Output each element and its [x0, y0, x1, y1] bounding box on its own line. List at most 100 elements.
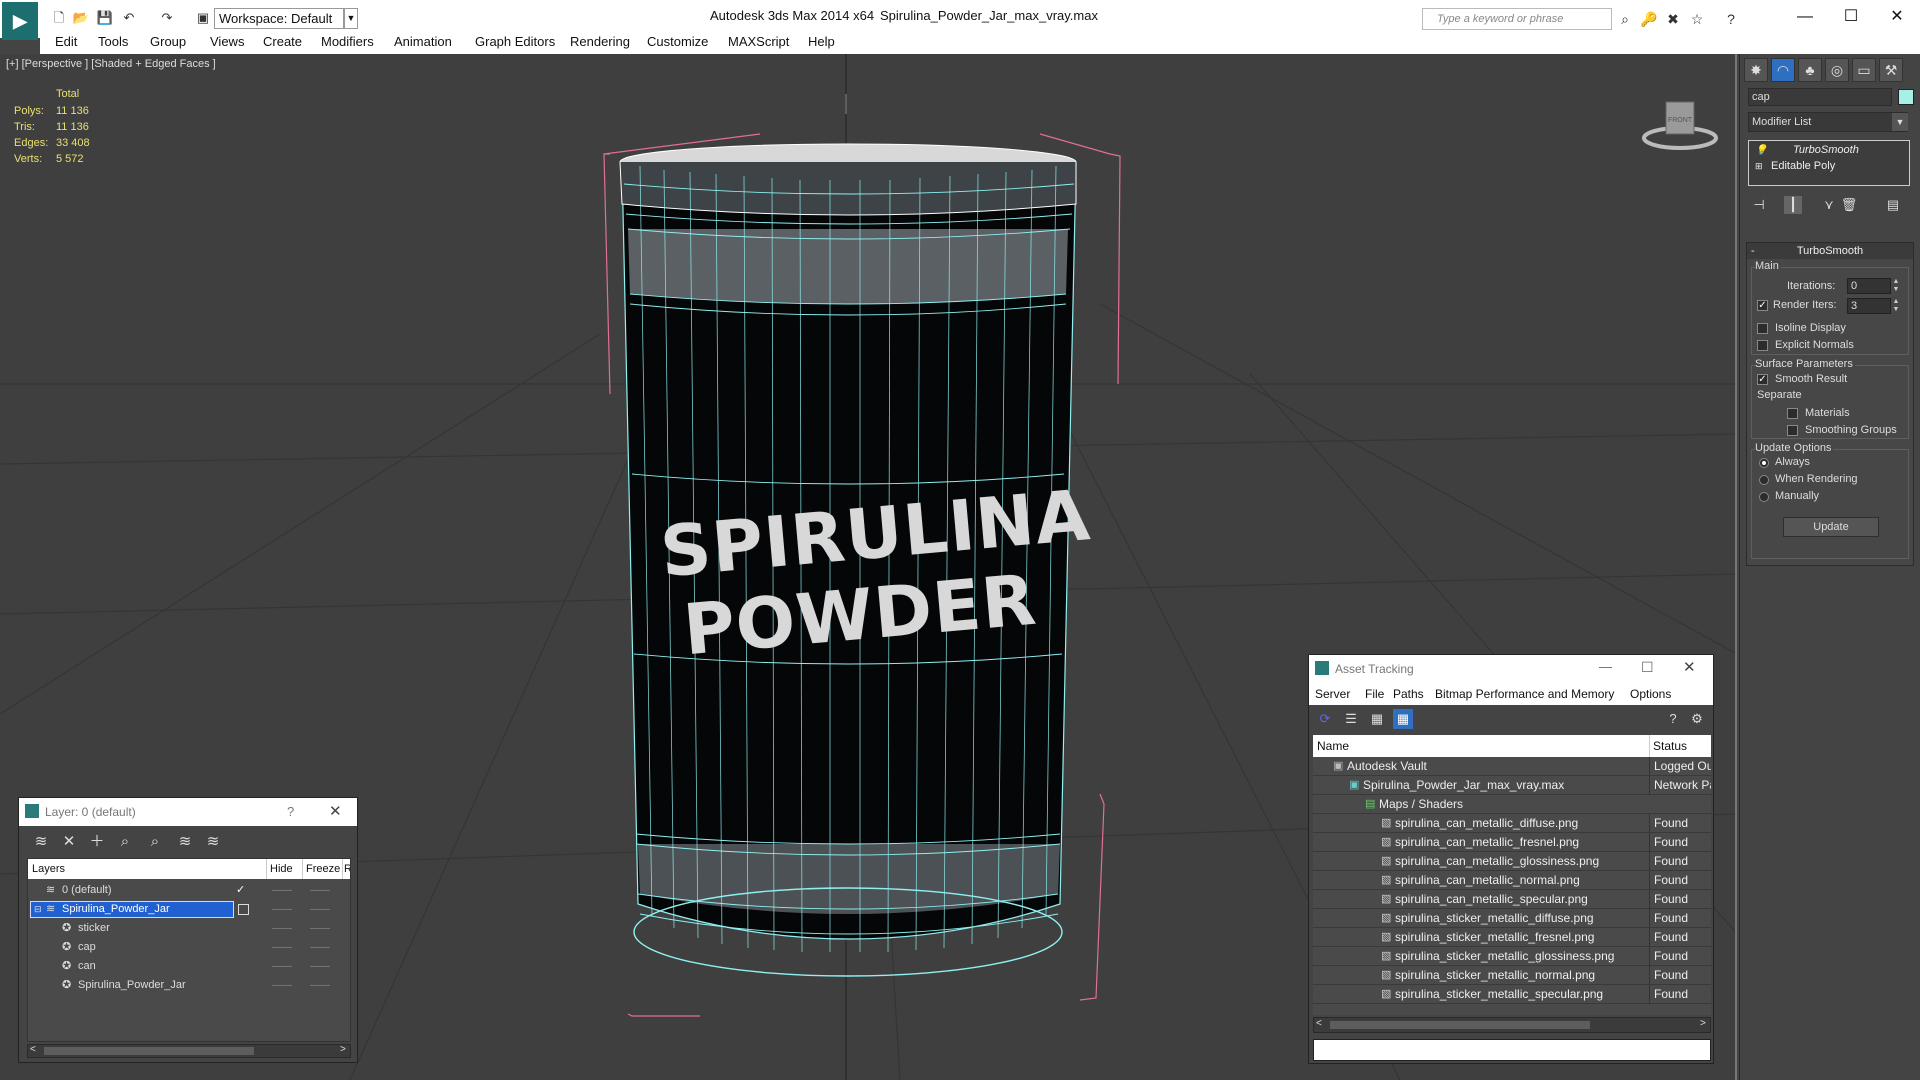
- make-unique-icon[interactable]: ⋎: [1820, 196, 1838, 214]
- asset-row[interactable]: ▣ Autodesk Vault Logged Out: [1313, 757, 1711, 776]
- render-iters-spinner[interactable]: 3: [1847, 298, 1891, 314]
- layer-row[interactable]: ✪ sticker —— ——: [28, 919, 350, 938]
- display-tab-icon[interactable]: ▭: [1852, 58, 1876, 82]
- favorites-star-icon[interactable]: ☆: [1688, 10, 1706, 28]
- show-end-result-icon[interactable]: ┃: [1784, 196, 1802, 214]
- scroll-left-icon[interactable]: <: [1316, 1018, 1322, 1029]
- asset-row[interactable]: ▤ Maps / Shaders: [1313, 795, 1711, 814]
- spinner-arrows-icon[interactable]: ▲ ▼: [1891, 278, 1901, 294]
- new-layer-icon[interactable]: ≋: [31, 832, 51, 852]
- asset-row[interactable]: ▧ spirulina_can_metallic_fresnel.png Found: [1313, 833, 1711, 852]
- col-status[interactable]: Status: [1653, 739, 1687, 753]
- collapse-icon[interactable]: -: [1751, 243, 1755, 259]
- workspace-arrow-icon[interactable]: ▼: [344, 8, 358, 29]
- redo-icon[interactable]: ↷: [158, 9, 176, 27]
- pin-stack-icon[interactable]: ⊣: [1750, 196, 1768, 214]
- menu-customize[interactable]: Customize: [647, 34, 708, 49]
- help-icon[interactable]: ?: [1663, 709, 1683, 729]
- hide-toggle[interactable]: ——: [272, 976, 292, 995]
- maximize-button[interactable]: ☐: [1836, 5, 1866, 29]
- freeze-toggle[interactable]: ——: [310, 919, 330, 938]
- hide-toggle[interactable]: ——: [272, 957, 292, 976]
- help-icon[interactable]: ?: [1722, 10, 1740, 28]
- freeze-toggle[interactable]: ——: [310, 900, 330, 919]
- maximize-button[interactable]: ☐: [1641, 659, 1654, 676]
- modify-tab-icon[interactable]: ◠: [1771, 58, 1795, 82]
- rollout-header[interactable]: - TurboSmooth: [1747, 243, 1913, 259]
- col-render[interactable]: Re: [344, 863, 350, 875]
- asset-row[interactable]: ▧ spirulina_sticker_metallic_specular.png…: [1313, 985, 1711, 1004]
- close-button[interactable]: ✕: [1882, 5, 1912, 29]
- materials-checkbox[interactable]: [1787, 408, 1798, 419]
- minimize-button[interactable]: —: [1599, 659, 1612, 674]
- asset-row[interactable]: ▧ spirulina_can_metallic_specular.png Foun…: [1313, 890, 1711, 909]
- list-view-icon[interactable]: ☰: [1341, 709, 1361, 729]
- stack-item-editable-poly[interactable]: ⊞ Editable Poly: [1751, 159, 1907, 174]
- smoothing-groups-checkbox[interactable]: [1787, 425, 1798, 436]
- layer-row[interactable]: ⊟ ≋ Spirulina_Powder_Jar —— ——: [28, 900, 350, 919]
- viewport-label-menu[interactable]: [+] [Perspective ] [Shaded + Edged Faces…: [6, 58, 216, 70]
- communication-icon[interactable]: ✖: [1664, 10, 1682, 28]
- menu-views[interactable]: Views: [210, 34, 244, 49]
- hide-toggle[interactable]: ——: [272, 938, 292, 957]
- refresh-icon[interactable]: ⟳: [1315, 709, 1335, 729]
- asset-row[interactable]: ▧ spirulina_can_metallic_diffuse.png Found: [1313, 814, 1711, 833]
- minimize-button[interactable]: —: [1790, 5, 1820, 29]
- dialog-titlebar[interactable]: Layer: 0 (default) ? ✕: [19, 798, 357, 826]
- create-tab-icon[interactable]: ✸: [1744, 58, 1768, 82]
- asset-row[interactable]: ▧ spirulina_sticker_metallic_fresnel.png F…: [1313, 928, 1711, 947]
- viewcube-icon[interactable]: FRONT: [1640, 94, 1720, 154]
- layer-row[interactable]: ≋ 0 (default) ✓ —— ——: [28, 881, 350, 900]
- close-button[interactable]: ✕: [329, 802, 342, 820]
- render-iters-checkbox[interactable]: ✓: [1757, 300, 1768, 311]
- menu-options[interactable]: Options: [1630, 687, 1671, 701]
- hide-unhide-all-icon[interactable]: ≋: [175, 832, 195, 852]
- menu-modifiers[interactable]: Modifiers: [321, 34, 374, 49]
- set-active-box[interactable]: [238, 904, 249, 915]
- settings-icon[interactable]: ⚙: [1687, 709, 1707, 729]
- asset-row[interactable]: ▧ spirulina_can_metallic_normal.png Found: [1313, 871, 1711, 890]
- freeze-toggle[interactable]: ——: [310, 957, 330, 976]
- menu-graph-editors[interactable]: Graph Editors: [475, 34, 555, 49]
- scroll-thumb[interactable]: [1330, 1021, 1590, 1029]
- chevron-down-icon[interactable]: ▼: [1892, 113, 1908, 131]
- delete-layer-icon[interactable]: ✕: [59, 832, 79, 852]
- layer-row[interactable]: ✪ Spirulina_Powder_Jar —— ——: [28, 976, 350, 995]
- always-radio[interactable]: [1759, 458, 1769, 468]
- spinner-arrows-icon[interactable]: ▲ ▼: [1891, 298, 1901, 314]
- scroll-right-icon[interactable]: >: [1700, 1018, 1706, 1029]
- explicit-normals-checkbox[interactable]: [1757, 340, 1768, 351]
- when-rendering-radio[interactable]: [1759, 475, 1769, 485]
- open-file-icon[interactable]: 📂: [72, 9, 90, 27]
- menu-edit[interactable]: Edit: [55, 34, 77, 49]
- update-button[interactable]: Update: [1783, 517, 1879, 537]
- asset-row[interactable]: ▧ spirulina_can_metallic_glossiness.png Fo…: [1313, 852, 1711, 871]
- hide-toggle[interactable]: ——: [272, 900, 292, 919]
- menu-group[interactable]: Group: [150, 34, 186, 49]
- freeze-toggle[interactable]: ——: [310, 881, 330, 900]
- col-freeze[interactable]: Freeze: [306, 863, 340, 875]
- asset-row[interactable]: ▧ spirulina_sticker_metallic_normal.png Fo…: [1313, 966, 1711, 985]
- menu-tools[interactable]: Tools: [98, 34, 128, 49]
- scroll-left-icon[interactable]: <: [30, 1044, 36, 1055]
- hide-toggle[interactable]: ——: [272, 881, 292, 900]
- menu-bitmap-performance[interactable]: Bitmap Performance and Memory: [1435, 687, 1614, 701]
- menu-server[interactable]: Server: [1315, 687, 1350, 701]
- freeze-toggle[interactable]: ——: [310, 976, 330, 995]
- expand-plus-icon[interactable]: ⊞: [1755, 159, 1763, 174]
- save-file-icon[interactable]: 💾: [96, 9, 114, 27]
- hierarchy-tab-icon[interactable]: ♣: [1798, 58, 1822, 82]
- layer-row[interactable]: ✪ can —— ——: [28, 957, 350, 976]
- close-button[interactable]: ✕: [1683, 658, 1696, 676]
- subscription-icon[interactable]: 🔑: [1640, 10, 1658, 28]
- freeze-toggle[interactable]: ——: [310, 938, 330, 957]
- object-name-field[interactable]: cap: [1748, 88, 1892, 106]
- col-layers[interactable]: Layers: [32, 863, 65, 875]
- menu-animation[interactable]: Animation: [394, 34, 452, 49]
- motion-tab-icon[interactable]: ◎: [1825, 58, 1849, 82]
- collapse-icon[interactable]: ⊟: [34, 900, 42, 919]
- remove-modifier-icon[interactable]: 🗑: [1840, 196, 1858, 214]
- lightbulb-icon[interactable]: 💡: [1755, 143, 1767, 158]
- app-menu-button[interactable]: ▶: [2, 2, 38, 40]
- project-folder-icon[interactable]: ▣: [194, 9, 212, 27]
